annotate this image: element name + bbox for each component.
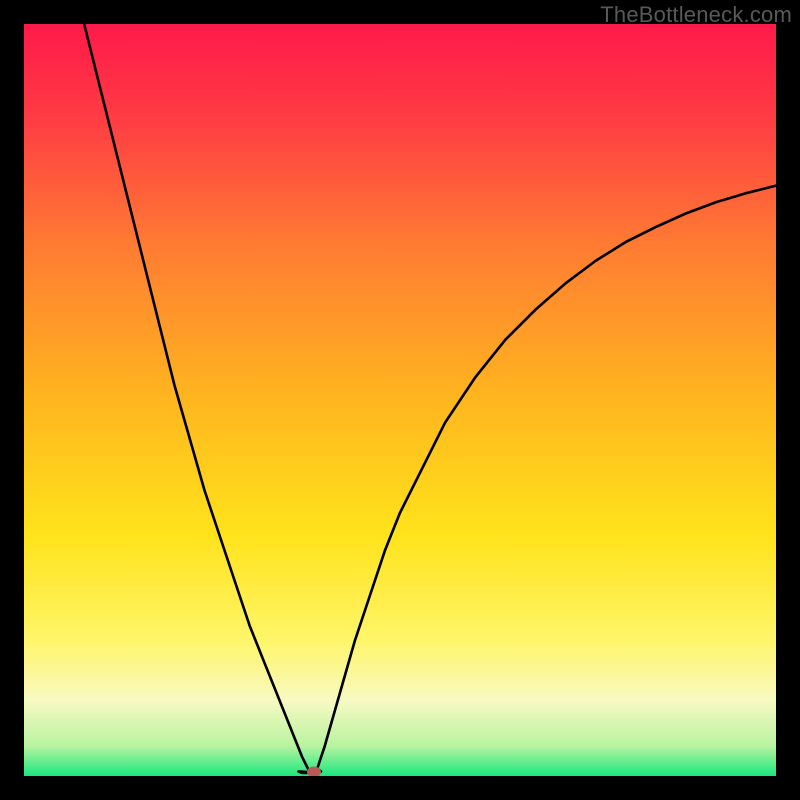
plot-area bbox=[24, 24, 776, 776]
background-gradient bbox=[24, 24, 776, 776]
chart-frame: TheBottleneck.com bbox=[0, 0, 800, 800]
min-point-marker bbox=[307, 767, 321, 776]
